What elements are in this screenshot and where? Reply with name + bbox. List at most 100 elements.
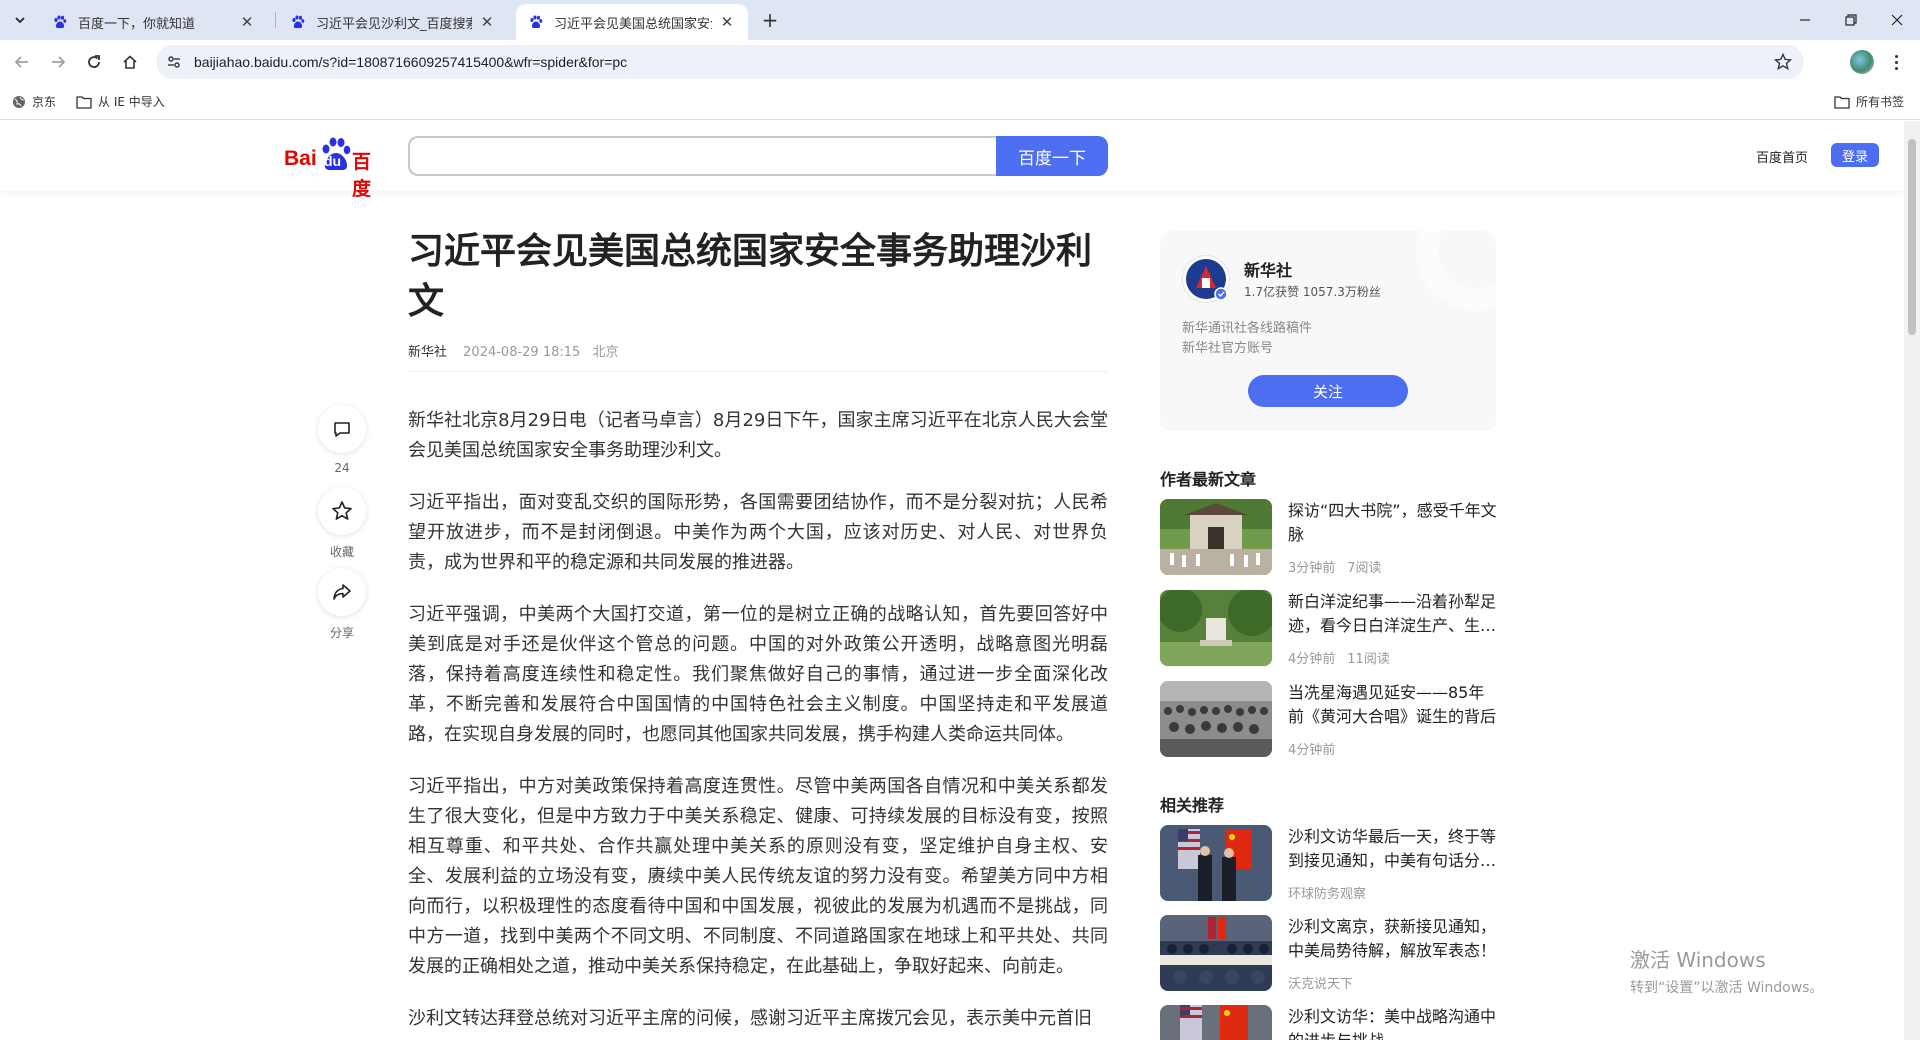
close-window-button[interactable] (1874, 0, 1920, 40)
search-input[interactable] (408, 136, 996, 176)
tab-title: 百度一下，你就知道 (78, 16, 196, 32)
latest-articles-title: 作者最新文章 (1160, 470, 1257, 489)
favorite-label: 收藏 (329, 545, 354, 559)
author-desc-line: 新华通讯社各线路稿件 (1182, 321, 1313, 336)
article-title: 习近平会见美国总统国家安全事务助理沙利文 (408, 231, 1093, 322)
share-label: 分享 (329, 626, 354, 640)
share-button[interactable] (318, 568, 366, 616)
forward-button[interactable] (46, 50, 70, 74)
bookmarks-bar: 京东 从 IE 中导入 所有书签 (0, 84, 1920, 120)
back-button[interactable] (10, 50, 34, 74)
share-icon (333, 584, 351, 600)
bookmark-jd[interactable]: 京东 (12, 93, 56, 110)
baidu-paw-icon (530, 15, 543, 29)
baiyangdian-memorial-image (1160, 590, 1272, 666)
all-bookmarks-label: 所有书签 (1856, 95, 1905, 109)
close-tab-icon[interactable]: ✕ (238, 13, 256, 31)
url-text[interactable]: baijiahao.baidu.com/s?id=180871660925741… (194, 54, 627, 70)
baidu-logo[interactable]: Bai du 百度 (284, 137, 388, 200)
tab-article-active[interactable]: 习近平会见美国总统国家安全事务助理沙利文 ✕ (516, 4, 748, 40)
comment-action[interactable]: 24 (318, 405, 366, 475)
home-button[interactable] (118, 50, 142, 74)
article-paragraph: 习近平指出，面对变乱交织的国际形势，各国需要团结协作，而不是分裂对抗；人民希望开… (408, 492, 1108, 573)
restore-button[interactable] (1828, 0, 1874, 40)
new-tab-button[interactable]: + (758, 8, 782, 32)
latest-article-item[interactable]: 当冼星海遇见延安——85年前《黄河大合唱》诞生的背后 4分钟前 (1160, 681, 1500, 758)
favorite-button[interactable] (318, 487, 366, 535)
article-title-link[interactable]: 新白洋淀纪事——沿着孙犁足迹，看今日白洋淀生产、生… (1288, 590, 1500, 638)
meeting-flags-photo (1160, 825, 1272, 901)
site-info-icon[interactable] (166, 54, 182, 70)
article-thumbnail[interactable] (1160, 590, 1272, 666)
windows-activation-watermark: 激活 Windows 转到“设置”以激活 Windows。 (1630, 944, 1823, 997)
related-article-item[interactable]: 沙利文访华最后一天，终于等到接见通知，中美有句话分… 环球防务观察 (1160, 825, 1500, 902)
baidu-header: Bai du 百度 百度一下 百度首页 登录 (0, 121, 1904, 200)
article-title-link[interactable]: 沙利文访华最后一天，终于等到接见通知，中美有句话分… (1288, 825, 1500, 873)
folder-icon (76, 95, 92, 109)
tab-search-button[interactable] (8, 8, 32, 32)
close-tab-icon[interactable]: ✕ (478, 13, 496, 31)
arrow-right-icon (52, 56, 66, 68)
bookmark-ie-import[interactable]: 从 IE 中导入 (76, 93, 165, 110)
comment-count: 24 (334, 461, 350, 475)
browser-menu-icon[interactable] (1888, 50, 1904, 74)
academy-gate-image (1160, 499, 1272, 575)
tab-baidu-home[interactable]: 百度一下，你就知道 ✕ (40, 4, 268, 40)
bookmark-label: 从 IE 中导入 (98, 95, 165, 109)
comment-button[interactable] (318, 405, 366, 453)
handshake-flags-photo (1160, 1005, 1272, 1040)
minimize-button[interactable] (1782, 0, 1828, 40)
author-avatar[interactable] (1182, 255, 1230, 303)
article-title-link[interactable]: 探访“四大书院”，感受千年文脉 (1288, 499, 1500, 547)
article-title-link[interactable]: 当冼星海遇见延安——85年前《黄河大合唱》诞生的背后 (1288, 681, 1500, 729)
close-tab-icon[interactable]: ✕ (718, 13, 736, 31)
search-button[interactable]: 百度一下 (996, 136, 1108, 176)
minimize-icon (1800, 19, 1810, 21)
article-meta: 环球防务观察 (1288, 883, 1366, 902)
share-action[interactable]: 分享 (318, 568, 366, 641)
article-title-link[interactable]: 沙利文离京，获新接见通知，中美局势待解，解放军表态！ (1288, 915, 1500, 963)
article-title-link[interactable]: 沙利文访华：美中战略沟通中的进步与挑战 (1288, 1005, 1500, 1040)
article-meta: 新华社 2024-08-29 18:15 北京 (408, 341, 1108, 372)
web-page: Bai du 百度 百度一下 百度首页 登录 24 收藏 分享 习近平会见美国总… (0, 121, 1904, 1040)
latest-article-item[interactable]: 探访“四大书院”，感受千年文脉 3分钟前 7阅读 (1160, 499, 1500, 576)
login-button[interactable]: 登录 (1831, 143, 1879, 167)
reload-button[interactable] (82, 50, 106, 74)
globe-icon (13, 95, 25, 108)
historic-crowd-photo (1160, 681, 1272, 757)
article-meta: 3分钟前 7阅读 (1288, 557, 1382, 576)
tab-separator (275, 12, 276, 28)
baidu-paw-icon (292, 15, 305, 29)
star-icon (332, 501, 352, 520)
related-article-item[interactable]: 沙利文访华：美中战略沟通中的进步与挑战 (1160, 1005, 1500, 1040)
all-bookmarks[interactable]: 所有书签 (1834, 93, 1904, 110)
bookmark-star-icon[interactable] (1774, 53, 1792, 71)
baidu-home-link[interactable]: 百度首页 (1756, 147, 1808, 166)
folder-icon (1834, 95, 1850, 109)
article-reads: 11阅读 (1347, 652, 1390, 667)
logo-text-baidu: 百度 (352, 152, 372, 200)
article-meta: 4分钟前 11阅读 (1288, 648, 1390, 667)
related-article-item[interactable]: 沙利文离京，获新接见通知，中美局势待解，解放军表态！ 沃克说天下 (1160, 915, 1500, 992)
page-scrollbar[interactable] (1904, 121, 1920, 1040)
article-source[interactable]: 沃克说天下 (1288, 977, 1353, 992)
address-bar[interactable]: baijiahao.baidu.com/s?id=180871660925741… (156, 45, 1804, 79)
article-thumbnail[interactable] (1160, 681, 1272, 757)
article-thumbnail[interactable] (1160, 499, 1272, 575)
scrollbar-thumb[interactable] (1908, 139, 1916, 335)
tab-baidu-search[interactable]: 习近平会见沙利文_百度搜索 ✕ (278, 4, 508, 40)
latest-article-item[interactable]: 新白洋淀纪事——沿着孙犁足迹，看今日白洋淀生产、生… 4分钟前 11阅读 (1160, 590, 1500, 667)
follow-button[interactable]: 关注 (1248, 375, 1408, 407)
author-description: 新华通讯社各线路稿件 新华社官方账号 (1182, 319, 1312, 359)
xinhua-logo-icon (1186, 259, 1228, 301)
article-source[interactable]: 环球防务观察 (1288, 887, 1366, 902)
home-icon (123, 55, 137, 69)
article-thumbnail[interactable] (1160, 825, 1272, 901)
article-thumbnail[interactable] (1160, 915, 1272, 991)
article-thumbnail[interactable] (1160, 1005, 1272, 1040)
article-author[interactable]: 新华社 (408, 345, 447, 360)
author-name[interactable]: 新华社 (1244, 257, 1292, 281)
favorite-action[interactable]: 收藏 (318, 487, 366, 560)
profile-avatar[interactable] (1850, 50, 1874, 74)
chevron-down-icon (15, 17, 25, 24)
